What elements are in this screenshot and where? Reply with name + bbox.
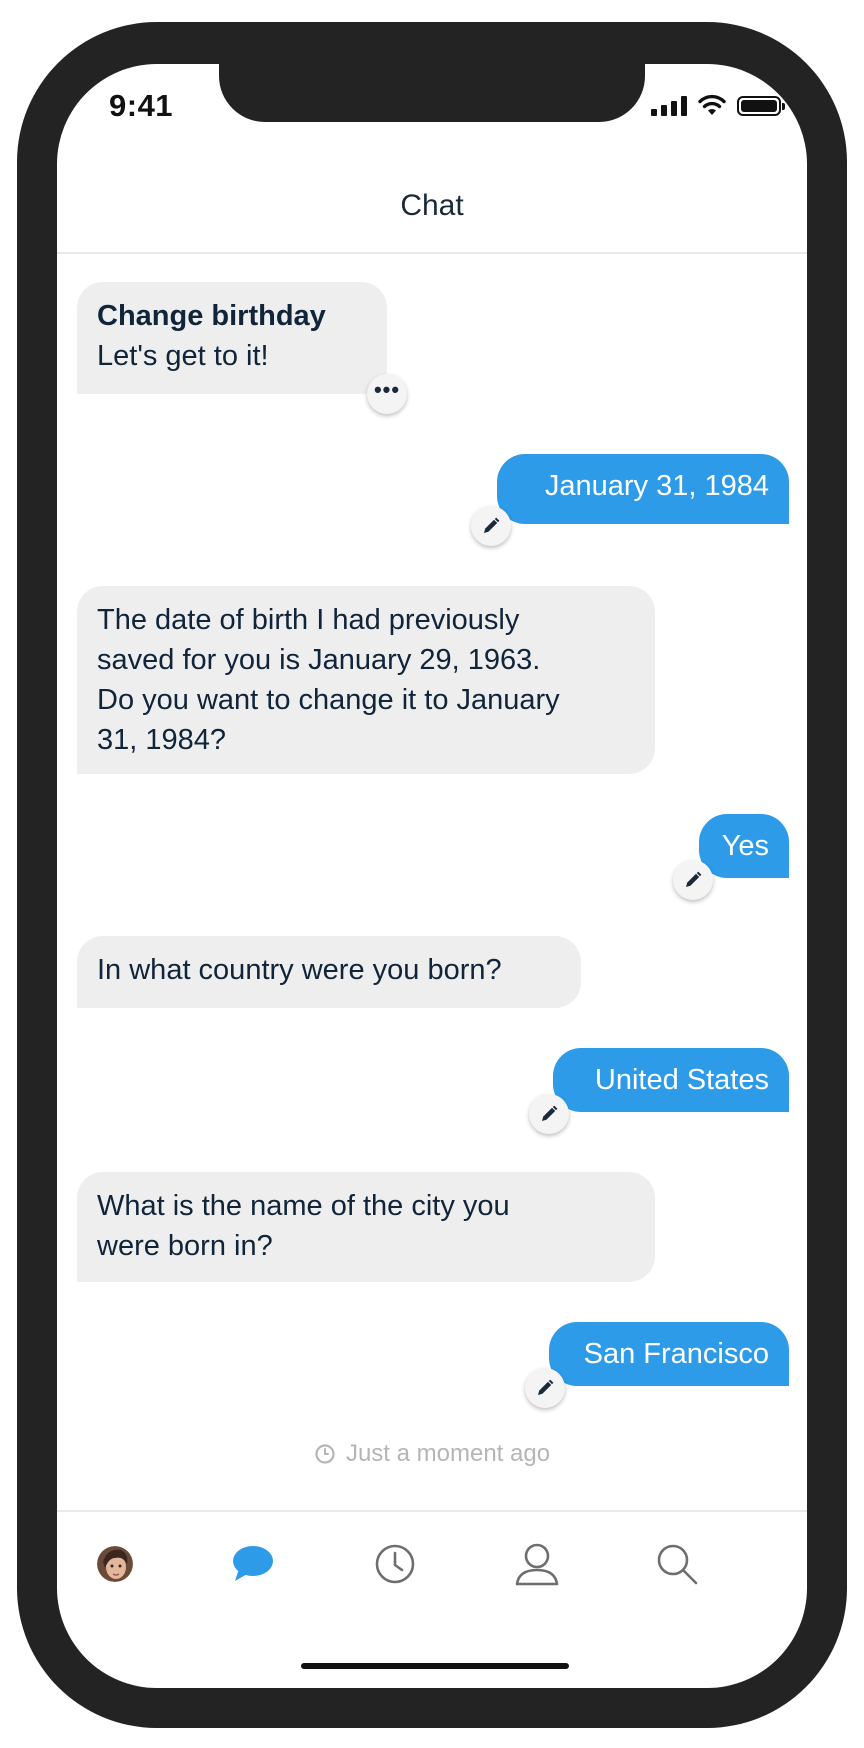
status-time: 9:41: [109, 88, 174, 123]
more-options-button[interactable]: •••: [367, 374, 407, 414]
bot-message: The date of birth I had previously saved…: [77, 586, 655, 774]
device-notch: [219, 64, 645, 122]
message-timestamp: Just a moment ago: [57, 1440, 807, 1468]
avatar: [97, 1546, 133, 1582]
user-message: United States: [553, 1048, 789, 1112]
message-line: were born in?: [97, 1230, 273, 1262]
message-title: Change birthday: [97, 300, 326, 332]
clock-icon: [315, 1444, 335, 1464]
message-line: saved for you is January 29, 1963.: [97, 644, 541, 676]
chat-header: Chat: [57, 152, 807, 254]
pencil-icon: [542, 1105, 558, 1121]
user-message: Yes: [699, 814, 789, 878]
message-line: What is the name of the city you: [97, 1190, 510, 1222]
phone-frame: 9:41 Chat Change birthday Let's get to i…: [17, 22, 847, 1728]
wifi-icon: [698, 94, 726, 115]
signal-icon: [651, 96, 687, 116]
message-line: The date of birth I had previously: [97, 604, 520, 636]
tab-bar: [57, 1510, 807, 1612]
tab-history[interactable]: [365, 1534, 425, 1594]
message-text: Yes: [721, 830, 769, 862]
tab-chat[interactable]: [223, 1534, 283, 1594]
message-line: Do you want to change it to January: [97, 684, 560, 716]
search-icon: [657, 1544, 698, 1585]
account-person-icon: [515, 1543, 559, 1586]
message-line: 31, 1984?: [97, 724, 227, 756]
tab-search[interactable]: [647, 1534, 707, 1594]
message-text: January 31, 1984: [544, 470, 769, 502]
battery-icon: [737, 96, 785, 116]
timestamp-text: Just a moment ago: [345, 1440, 551, 1467]
edit-answer-button[interactable]: [525, 1368, 565, 1408]
user-message: San Francisco: [549, 1322, 789, 1386]
chat-icon: [233, 1546, 273, 1581]
tab-profile[interactable]: [85, 1534, 145, 1594]
pencil-icon: [538, 1379, 554, 1395]
bot-message: What is the name of the city you were bo…: [77, 1172, 655, 1282]
status-icons: [651, 94, 785, 116]
message-text: In what country were you born?: [97, 954, 502, 986]
tab-account[interactable]: [507, 1534, 567, 1594]
edit-answer-button[interactable]: [471, 506, 511, 546]
message-text: Let's get to it!: [97, 340, 269, 372]
user-message: January 31, 1984: [497, 454, 789, 524]
app-screen: 9:41 Chat Change birthday Let's get to i…: [57, 64, 807, 1688]
edit-answer-button[interactable]: [673, 860, 713, 900]
pencil-icon: [484, 517, 500, 533]
edit-answer-button[interactable]: [529, 1094, 569, 1134]
message-text: United States: [594, 1064, 769, 1096]
bot-message: In what country were you born?: [77, 936, 581, 1008]
page-title: Chat: [400, 189, 464, 222]
history-clock-icon: [375, 1544, 415, 1584]
ellipsis-icon: •••: [373, 377, 401, 402]
pencil-icon: [686, 871, 702, 887]
message-text: San Francisco: [583, 1338, 769, 1370]
bot-message: Change birthday Let's get to it!: [77, 282, 387, 394]
home-indicator: [301, 1663, 569, 1669]
